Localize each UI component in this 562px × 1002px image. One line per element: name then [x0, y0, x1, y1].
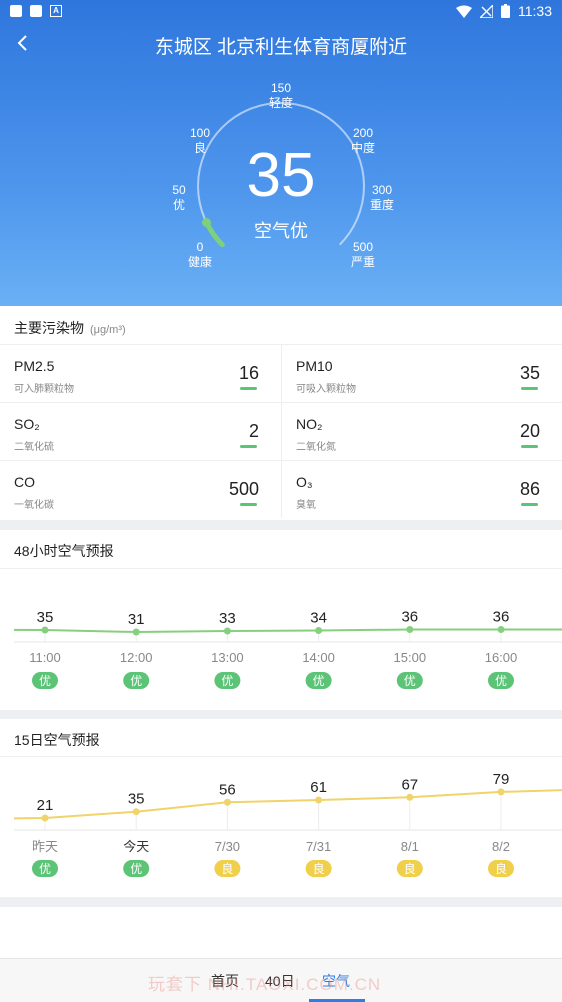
daily-forecast-panel: 15日空气预报 21 昨天优 35 今天优 56 7/30 良 61 7/31 良 67 8/1 良 79…: [0, 719, 562, 897]
chart-value-label: 34: [310, 610, 327, 627]
pollutants-panel: 主要污染物 (μg/m³) PM2.5 可入肺颗粒物 16 PM10 可吸入颗粒物…: [0, 306, 562, 520]
pollutant-level-bar: [240, 503, 257, 506]
chart-point: [497, 626, 505, 633]
chart-x-label: 7/30: [215, 839, 240, 854]
pollutant-desc: 可吸入颗粒物: [296, 384, 356, 395]
pollutant-desc: 臭氧: [296, 500, 316, 511]
chart-value-label: 56: [219, 781, 236, 798]
pollutant-pm25[interactable]: PM2.5 可入肺颗粒物 16: [0, 344, 281, 402]
level-pill-label: 优: [404, 674, 416, 688]
hero-header: A 11:33 东城区 北京利生体育商厦附近 0 健康 50 优 100 良 150 轻…: [0, 0, 562, 306]
pollutant-name: PM10: [296, 358, 333, 374]
chart-line: [13, 789, 562, 820]
pollutant-level-bar: [521, 445, 538, 448]
watermark: 玩套下 NHI.TAOXI.COM.CN: [148, 975, 382, 994]
chart-point: [406, 626, 414, 633]
chart-x-label: 8/2: [492, 839, 510, 854]
pollutant-level-bar: [521, 503, 538, 506]
pollutant-name: PM2.5: [14, 358, 55, 374]
pollutant-o3[interactable]: O₃ 臭氧 86: [281, 460, 562, 518]
chart-value-label: 31: [128, 611, 145, 628]
pollutant-no2[interactable]: NO₂ 二氧化氮 20: [281, 402, 562, 460]
pollutant-desc: 可入肺颗粒物: [14, 384, 74, 395]
chart-point: [315, 796, 323, 804]
chart-value-label: 79: [493, 771, 510, 788]
chart-value-label: 36: [493, 609, 510, 626]
chart-point: [223, 798, 231, 806]
level-pill-label: 优: [39, 674, 51, 688]
hourly-forecast-panel: 48小时空气预报 35 11:00 优 31 12:00 优 33 13:00 优 34 14:00…: [0, 530, 562, 710]
level-pill-label: 良: [221, 861, 233, 876]
level-pill-label: 良: [404, 861, 416, 876]
chart-point: [132, 628, 140, 636]
pollutant-co[interactable]: CO 一氧化碳 500: [0, 460, 281, 518]
pollutant-name: NO₂: [296, 416, 323, 432]
chart-x-label: 14:00: [302, 650, 335, 665]
pollutant-pm10[interactable]: PM10 可吸入颗粒物 35: [281, 344, 562, 402]
chart-x-label: 11:00: [29, 650, 61, 665]
chart-value-label: 67: [401, 776, 418, 793]
level-pill-label: 优: [39, 862, 51, 876]
pollutant-level-bar: [521, 387, 538, 390]
spacer-panel: [0, 907, 562, 958]
pollutant-so2[interactable]: SO₂ 二氧化硫 2: [0, 402, 281, 460]
aqi-category: 空气优: [254, 221, 308, 241]
hourly-chart: 35 11:00 优 31 12:00 优 33 13:00 优 34 14:00 优 36 15:00 优…: [13, 609, 562, 689]
pollutant-name: O₃: [296, 474, 313, 490]
chart-x-label: 15:00: [394, 650, 427, 665]
pollutant-level-bar: [240, 387, 257, 390]
level-pill-label: 优: [130, 674, 142, 688]
chart-x-label: 昨天: [32, 839, 58, 854]
chart-point: [223, 627, 231, 635]
chart-value-label: 61: [310, 779, 327, 796]
pollutant-value: 16: [238, 363, 259, 383]
chart-x-label: 8/1: [401, 839, 419, 854]
chart-point: [406, 793, 414, 801]
daily-chart: 21 昨天优 35 今天优 56 7/30 良 61 7/31 良 67 8/1 良 79 8/2 良: [13, 771, 562, 877]
chart-value-label: 35: [128, 791, 145, 808]
pollutant-value: 20: [519, 421, 540, 441]
pollutant-value: 500: [228, 479, 259, 499]
pollutant-desc: 二氧化氮: [296, 442, 336, 453]
chart-value-label: 33: [219, 610, 236, 627]
pollutant-value: 86: [519, 479, 540, 499]
level-pill-label: 良: [495, 861, 507, 876]
chart-x-label: 今天: [123, 839, 149, 854]
chart-point: [41, 814, 49, 822]
chart-value-label: 35: [37, 609, 54, 626]
pollutant-name: CO: [14, 474, 35, 490]
gauge-tick-150: 150 轻度: [268, 81, 293, 110]
pollutant-value: 35: [519, 363, 540, 383]
level-pill-label: 优: [313, 674, 325, 688]
chart-x-label: 16:00: [485, 650, 518, 665]
gauge-tick-0: 0 健康: [187, 240, 212, 269]
level-pill-label: 优: [495, 674, 507, 688]
pollutants-title: 主要污染物 (μg/m³): [14, 320, 126, 336]
level-pill-label: 优: [221, 674, 233, 688]
chart-line: [13, 628, 562, 634]
chart-x-label: 7/31: [306, 839, 331, 854]
level-pill-label: 优: [130, 862, 142, 876]
chart-value-label: 21: [37, 797, 54, 814]
chart-x-label: 13:00: [211, 650, 244, 665]
pollutant-level-bar: [240, 445, 257, 448]
pollutant-name: SO₂: [14, 416, 40, 432]
chart-value-label: 36: [401, 609, 418, 626]
chart-point: [497, 788, 505, 796]
chart-point: [132, 808, 140, 816]
pollutant-desc: 一氧化碳: [14, 500, 54, 511]
pollutant-value: 2: [248, 421, 259, 441]
aqi-value: 35: [246, 141, 316, 210]
gauge-tick-500: 500 严重: [350, 240, 375, 269]
pollutant-desc: 二氧化硫: [14, 442, 54, 453]
level-pill-label: 良: [313, 861, 325, 876]
chart-point: [315, 627, 323, 634]
chart-x-label: 12:00: [120, 650, 153, 665]
chart-point: [41, 626, 49, 634]
